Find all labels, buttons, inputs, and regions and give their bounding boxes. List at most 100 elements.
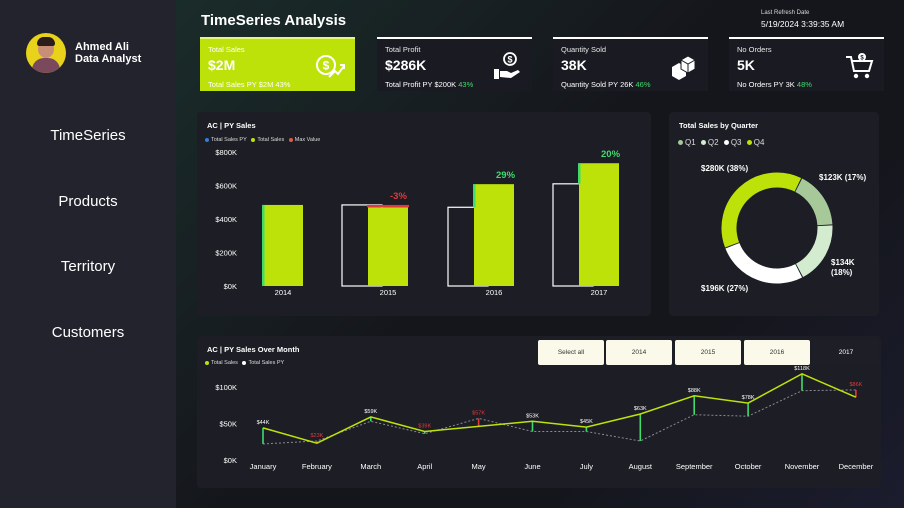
y-tick-label: $600K xyxy=(215,182,237,191)
kpi-label: No Orders xyxy=(737,45,772,54)
nav-item-territory[interactable]: Territory xyxy=(0,258,176,275)
x-tick-label: 2017 xyxy=(591,288,608,297)
bar-variance-marker xyxy=(578,163,581,184)
line-data-label: $57K xyxy=(472,410,485,416)
kpi-value: $286K xyxy=(385,57,427,73)
donut-label-pct: (18%) xyxy=(831,268,853,277)
profile-role: Data Analyst xyxy=(75,53,142,65)
kpi-py: Total Profit PY $200K 43% xyxy=(385,80,474,89)
line-data-label: $63K xyxy=(634,406,647,412)
y-tick-label: $50K xyxy=(219,420,237,429)
y-tick-label: $100K xyxy=(215,383,237,392)
bar-data-label: -3% xyxy=(390,191,407,202)
x-tick-label: June xyxy=(524,462,540,471)
donut-label: $134K xyxy=(831,258,855,267)
slicer-option-2017[interactable]: 2017 xyxy=(813,340,879,365)
bar-total-sales xyxy=(263,204,303,286)
x-tick-label: December xyxy=(839,462,874,471)
x-tick-label: July xyxy=(580,462,594,471)
line-data-label: $78K xyxy=(742,395,755,401)
x-tick-label: 2014 xyxy=(275,288,292,297)
donut-chart-panel: Total Sales by Quarter Q1 Q2 Q3 Q4 $123K… xyxy=(669,112,879,316)
donut-slice xyxy=(795,225,833,278)
bar-chart: $0K $200K $400K $600K $800K 2014 2015 -3% 2016 29… xyxy=(215,148,621,297)
slicer-option-select-all[interactable]: Select all xyxy=(538,340,604,365)
y-tick-label: $400K xyxy=(215,215,237,224)
nav-item-products[interactable]: Products xyxy=(0,193,176,210)
svg-text:$: $ xyxy=(323,59,330,73)
y-tick-label: $0K xyxy=(224,456,237,465)
kpi-py: Total Sales PY $2M 43% xyxy=(208,80,291,89)
x-tick-label: May xyxy=(472,462,486,471)
donut-slice xyxy=(795,178,833,226)
slicer-option-2016[interactable]: 2016 xyxy=(744,340,810,365)
nav-item-customers[interactable]: Customers xyxy=(0,324,176,341)
money-hand-icon: $ xyxy=(494,52,520,79)
donut-chart: $123K (17%) $134K(18%) $196K (27%) $280K (3… xyxy=(701,164,866,293)
cart-icon: $ xyxy=(846,53,874,79)
kpi-value: 5K xyxy=(737,57,755,73)
boxes-icon xyxy=(672,55,696,80)
x-tick-label: April xyxy=(417,462,432,471)
line-data-label: $45K xyxy=(580,419,593,425)
slicer-option-2014[interactable]: 2014 xyxy=(606,340,672,365)
line-data-label: $118K xyxy=(794,366,810,372)
bar-data-label: 20% xyxy=(601,149,621,160)
bar-chart-panel: AC | PY Sales Total Sales PY Total Sales… xyxy=(197,112,651,316)
refresh-label: Last Refresh Date xyxy=(761,10,810,16)
kpi-label: Quantity Sold xyxy=(561,45,607,54)
line-data-label: $23K xyxy=(310,433,323,439)
donut-label: $196K (27%) xyxy=(701,284,748,293)
x-tick-label: March xyxy=(360,462,381,471)
bar-data-label: 29% xyxy=(496,170,516,181)
x-tick-label: February xyxy=(302,462,332,471)
bar-total-sales xyxy=(579,163,619,286)
donut-label: $280K (38%) xyxy=(701,164,748,173)
x-tick-label: 2016 xyxy=(486,288,503,297)
kpi-py: Quantity Sold PY 26K 46% xyxy=(561,80,651,89)
donut-slice xyxy=(725,242,803,284)
kpi-card-no-orders[interactable]: No Orders 5K No Orders PY 3K 48% $ xyxy=(729,37,884,91)
money-growth-icon: $ xyxy=(316,55,345,78)
profile-name: Ahmed Ali xyxy=(75,41,129,53)
line-data-label: $53K xyxy=(526,413,539,419)
x-tick-label: November xyxy=(785,462,820,471)
kpi-label: Total Sales xyxy=(208,45,245,54)
page-title: TimeSeries Analysis xyxy=(201,12,347,29)
line-data-label: $86K xyxy=(849,382,862,388)
line-series-total-sales xyxy=(262,373,857,445)
bar-total-sales xyxy=(474,184,514,286)
bar-variance-marker xyxy=(367,204,409,208)
x-tick-label: September xyxy=(676,462,713,471)
slicer-option-2015[interactable]: 2015 xyxy=(675,340,741,365)
svg-text:$: $ xyxy=(507,55,512,65)
y-tick-label: $800K xyxy=(215,148,237,157)
kpi-card-total-sales[interactable]: Total Sales $2M Total Sales PY $2M 43% $ xyxy=(200,37,355,91)
line-data-label: $44K xyxy=(257,420,270,426)
x-tick-label: October xyxy=(735,462,762,471)
x-tick-label: August xyxy=(629,462,653,471)
kpi-card-quantity-sold[interactable]: Quantity Sold 38K Quantity Sold PY 26K 4… xyxy=(553,37,708,91)
line-data-label: $88K xyxy=(688,388,701,394)
bar-variance-marker xyxy=(473,184,476,208)
kpi-card-total-profit[interactable]: Total Profit $286K Total Profit PY $200K… xyxy=(377,37,532,91)
line-data-label: $39K xyxy=(418,424,431,430)
nav-item-timeseries[interactable]: TimeSeries xyxy=(0,127,176,144)
donut-slice xyxy=(721,172,802,248)
kpi-label: Total Profit xyxy=(385,45,421,54)
refresh-time: 5/19/2024 3:39:35 AM xyxy=(761,19,845,29)
bar-variance-marker xyxy=(262,204,265,286)
y-tick-label: $0K xyxy=(224,282,237,291)
y-tick-label: $200K xyxy=(215,249,237,258)
sidebar: Ahmed Ali Data Analyst TimeSeries Produc… xyxy=(0,0,176,508)
bar-total-sales xyxy=(368,207,408,286)
line-series-py xyxy=(262,389,856,445)
kpi-value: 38K xyxy=(561,57,587,73)
donut-label: $123K (17%) xyxy=(819,173,866,182)
kpi-py: No Orders PY 3K 48% xyxy=(737,80,812,89)
kpi-value: $2M xyxy=(208,57,236,73)
x-tick-label: 2015 xyxy=(380,288,397,297)
avatar xyxy=(26,33,66,73)
line-data-label: $59K xyxy=(364,409,377,415)
x-tick-label: January xyxy=(250,462,277,471)
